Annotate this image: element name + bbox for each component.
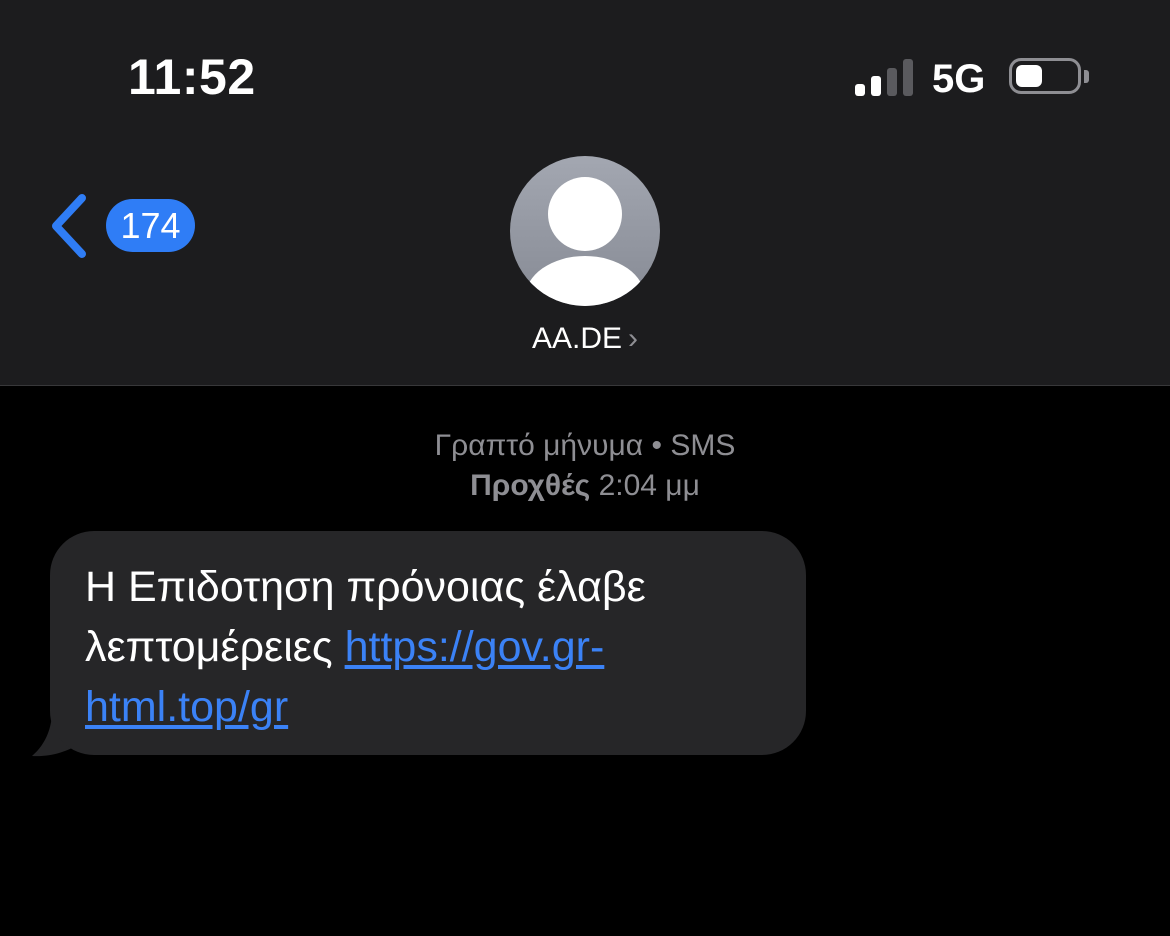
service-label: Γραπτό μήνυμα (434, 429, 644, 462)
conversation-header: 11:52 5G 174 AA.DE › (0, 0, 1170, 386)
chevron-right-icon: › (628, 322, 639, 355)
chevron-left-icon[interactable] (46, 192, 90, 260)
cellular-signal-icon (855, 58, 915, 96)
signal-bar (903, 59, 913, 96)
status-time: 11:52 (128, 49, 256, 105)
message-bubble[interactable]: Η Επιδοτηση πρόνοιας έλαβε λεπτομέρειες … (50, 531, 806, 755)
person-placeholder-icon (525, 177, 645, 306)
service-line: Γραπτό μήνυμα • SMS (0, 426, 1170, 466)
signal-bar (887, 68, 897, 96)
network-type: 5G (932, 57, 986, 101)
message-meta: Γραπτό μήνυμα • SMS Προχθές 2:04 μμ (0, 426, 1170, 506)
signal-bar (855, 84, 865, 96)
timestamp-line: Προχθές 2:04 μμ (0, 466, 1170, 506)
service-type: SMS (670, 429, 736, 462)
back-unread-count-badge[interactable]: 174 (106, 199, 195, 252)
date-day: Προχθές (470, 469, 591, 502)
contact-name-button[interactable]: AA.DE › (0, 322, 1170, 356)
signal-bar (871, 76, 881, 96)
battery-level (1016, 65, 1042, 87)
contact-avatar[interactable] (510, 156, 660, 306)
battery-icon (1009, 58, 1081, 94)
battery-cap (1084, 70, 1089, 83)
service-separator: • (643, 429, 671, 462)
date-time: 2:04 μμ (598, 469, 700, 502)
contact-name: AA.DE (531, 322, 623, 355)
messages-screen: 11:52 5G 174 AA.DE › Γραπτό μήνυμα • SMS… (0, 0, 1170, 936)
